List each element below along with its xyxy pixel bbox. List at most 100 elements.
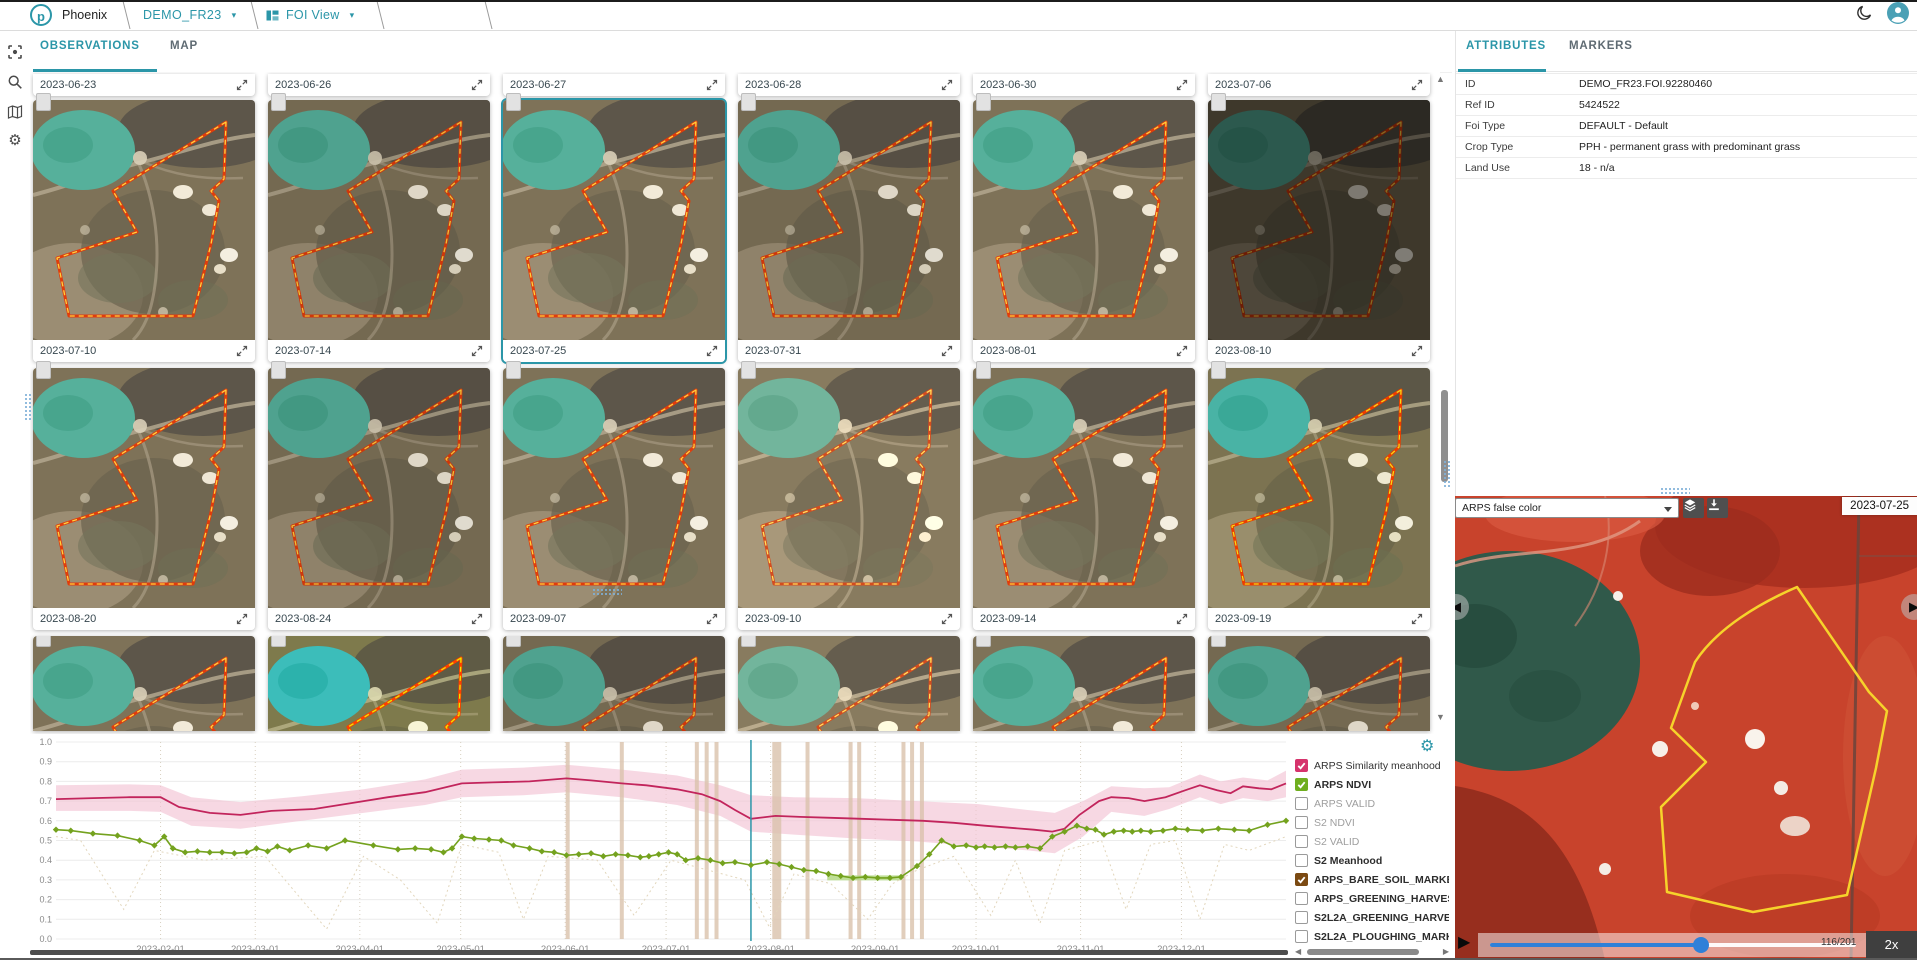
foi-view-menu[interactable]: FOI View▾ [266, 0, 354, 30]
tile-checkbox[interactable] [976, 93, 991, 111]
tile-checkbox[interactable] [36, 361, 51, 379]
user-avatar[interactable] [1887, 2, 1909, 29]
expand-icon[interactable] [471, 613, 483, 625]
tile-checkbox[interactable] [271, 636, 286, 647]
satellite-thumbnail[interactable] [973, 368, 1195, 608]
legend-item[interactable]: ARPS NDVI [1295, 775, 1449, 794]
satellite-thumbnail[interactable] [503, 100, 725, 340]
legend-horizontal-scrollbar[interactable]: ◀ ▶ [1295, 947, 1449, 957]
legend-item[interactable]: ARPS_BARE_SOIL_MARKER [1295, 870, 1449, 889]
tile-checkbox[interactable] [36, 93, 51, 111]
chart-settings-gear-icon[interactable]: ⚙ [1420, 736, 1434, 756]
legend-item[interactable]: ARPS Similarity meanhood [1295, 756, 1449, 775]
phoenix-logo-icon[interactable]: p [30, 4, 52, 26]
layer-select[interactable]: ARPS false color [1455, 498, 1679, 518]
observation-card[interactable]: 2023-07-14 [268, 100, 490, 362]
legend-checkbox[interactable] [1295, 911, 1308, 924]
legend-item[interactable]: S2L2A_GREENING_HARVES [1295, 908, 1449, 927]
expand-icon[interactable] [706, 613, 718, 625]
observation-card-footer[interactable]: 2023-06-28 [738, 74, 960, 96]
tile-checkbox[interactable] [271, 361, 286, 379]
satellite-thumbnail[interactable] [33, 368, 255, 608]
observation-card-selected[interactable]: 2023-07-25 [503, 100, 725, 362]
tile-checkbox[interactable] [506, 361, 521, 379]
satellite-thumbnail[interactable] [503, 636, 725, 731]
expand-icon[interactable] [1411, 79, 1423, 91]
legend-checkbox[interactable] [1295, 854, 1308, 867]
observation-card[interactable]: 2023-07-31 [738, 100, 960, 362]
satellite-thumbnail[interactable] [503, 368, 725, 608]
satellite-thumbnail[interactable] [33, 636, 255, 731]
expand-icon[interactable] [1176, 345, 1188, 357]
focus-icon[interactable] [7, 44, 23, 60]
expand-icon[interactable] [941, 79, 953, 91]
tab-observations[interactable]: OBSERVATIONS [40, 40, 140, 52]
search-icon[interactable] [7, 74, 23, 90]
legend-checkbox-checked[interactable] [1295, 759, 1308, 772]
legend-item[interactable]: ARPS VALID [1295, 794, 1449, 813]
panel-resize-grip[interactable] [1660, 487, 1690, 496]
expand-icon[interactable] [706, 79, 718, 91]
expand-icon[interactable] [1411, 345, 1423, 357]
observation-card[interactable] [503, 636, 725, 731]
tile-checkbox[interactable] [1211, 361, 1226, 379]
tile-checkbox[interactable] [741, 361, 756, 379]
observation-card[interactable] [33, 636, 255, 731]
expand-icon[interactable] [236, 613, 248, 625]
satellite-thumbnail[interactable] [973, 636, 1195, 731]
observation-card[interactable]: 2023-09-14 [973, 368, 1195, 630]
satellite-thumbnail[interactable] [738, 368, 960, 608]
tile-checkbox[interactable] [1211, 93, 1226, 111]
satellite-thumbnail[interactable] [1208, 100, 1430, 340]
tile-checkbox[interactable] [741, 636, 756, 647]
tab-attributes[interactable]: ATTRIBUTES [1466, 40, 1546, 52]
legend-checkbox-checked[interactable] [1295, 778, 1308, 791]
expand-icon[interactable] [471, 79, 483, 91]
tile-checkbox[interactable] [506, 636, 521, 647]
satellite-thumbnail[interactable] [268, 100, 490, 340]
observation-card-footer[interactable]: 2023-06-26 [268, 74, 490, 96]
observation-card[interactable]: 2023-09-10 [738, 368, 960, 630]
tile-checkbox[interactable] [36, 636, 51, 647]
project-menu[interactable]: DEMO_FR23▾ [143, 0, 237, 30]
observation-card[interactable]: 2023-08-24 [268, 368, 490, 630]
observation-card-footer[interactable]: 2023-07-06 [1208, 74, 1430, 96]
expand-icon[interactable] [941, 345, 953, 357]
observation-card-footer[interactable]: 2023-06-27 [503, 74, 725, 96]
tab-map[interactable]: MAP [170, 40, 198, 52]
legend-item[interactable]: ARPS_GREENING_HARVEST [1295, 889, 1449, 908]
observation-card[interactable]: 2023-08-20 [33, 368, 255, 630]
tile-checkbox[interactable] [741, 93, 756, 111]
scroll-left-icon[interactable]: ◀ [1295, 947, 1301, 956]
legend-scrollbar-thumb[interactable] [1307, 949, 1419, 955]
grid-scroll-up-icon[interactable]: ▲ [1436, 74, 1445, 84]
expand-icon[interactable] [706, 345, 718, 357]
playback-speed-button[interactable]: 2x [1866, 931, 1917, 958]
layers-button[interactable] [1683, 498, 1704, 518]
legend-checkbox[interactable] [1295, 816, 1308, 829]
dark-mode-icon[interactable] [1856, 4, 1873, 26]
panel-resize-grip[interactable] [24, 393, 33, 421]
expand-icon[interactable] [236, 79, 248, 91]
expand-icon[interactable] [1176, 79, 1188, 91]
tile-checkbox[interactable] [506, 93, 521, 111]
observation-card[interactable] [973, 636, 1195, 731]
legend-item[interactable]: S2 NDVI [1295, 813, 1449, 832]
satellite-thumbnail[interactable] [1208, 636, 1430, 731]
legend-item[interactable]: S2L2A_PLOUGHING_MARKE [1295, 927, 1449, 946]
expand-icon[interactable] [1176, 613, 1188, 625]
observation-card[interactable]: 2023-08-01 [973, 100, 1195, 362]
tile-checkbox[interactable] [976, 636, 991, 647]
satellite-thumbnail[interactable] [738, 636, 960, 731]
legend-checkbox[interactable] [1295, 835, 1308, 848]
expand-icon[interactable] [941, 613, 953, 625]
legend-checkbox[interactable] [1295, 892, 1308, 905]
observation-card-footer[interactable]: 2023-06-30 [973, 74, 1195, 96]
observation-card[interactable]: 2023-08-10 [1208, 100, 1430, 362]
tab-markers[interactable]: MARKERS [1569, 40, 1633, 52]
expand-icon[interactable] [1411, 613, 1423, 625]
playback-slider[interactable] [1490, 943, 1856, 947]
observation-card[interactable] [268, 636, 490, 731]
expand-icon[interactable] [236, 345, 248, 357]
observation-card[interactable] [738, 636, 960, 731]
